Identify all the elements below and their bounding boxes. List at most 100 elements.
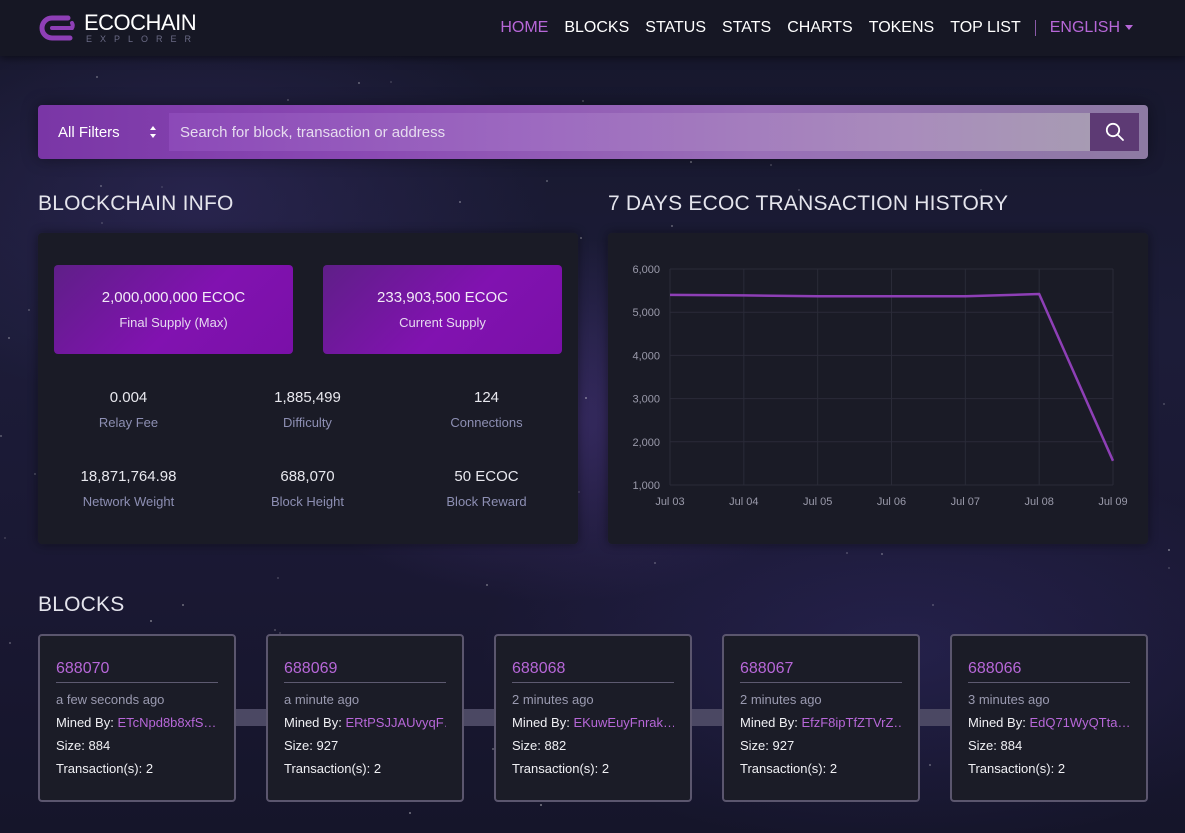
mined-by-label: Mined By: <box>740 715 798 730</box>
logo-title: ECOCHAIN <box>84 10 197 35</box>
size-label: Size: <box>740 738 769 753</box>
block-height-link[interactable]: 688067 <box>740 660 902 678</box>
transaction-history-chart: 1,000 2,000 3,000 4,000 5,000 6,000 Jul 03 Jul … <box>632 264 1127 508</box>
miner-address-link[interactable]: ETcNpd8b8xfS… <box>117 715 216 730</box>
block-card: 688069 a minute ago Mined By: ERtPSJJAUv… <box>266 634 464 802</box>
divider <box>968 682 1130 683</box>
block-tx-count: 2 <box>373 761 382 776</box>
miner-address-link[interactable]: EKuwEuyFnrak… <box>573 715 674 730</box>
search-input[interactable] <box>169 113 1090 151</box>
blockchain-info-panel: 2,000,000,000 ECOC Final Supply (Max) 23… <box>38 233 578 544</box>
current-supply-card: 233,903,500 ECOC Current Supply <box>323 265 562 354</box>
block-tx-count: 2 <box>145 761 154 776</box>
language-dropdown[interactable]: ENGLISH <box>1050 19 1133 37</box>
size-label: Size: <box>56 738 85 753</box>
block-card: 688067 2 minutes ago Mined By: EfzF8ipTf… <box>722 634 920 802</box>
block-tx-row: Transaction(s): 2 <box>968 761 1130 776</box>
divider <box>284 682 446 683</box>
x-tick-label: Jul 03 <box>655 496 684 508</box>
size-label: Size: <box>512 738 541 753</box>
block-size-row: Size: 927 <box>284 738 446 753</box>
block-size: 927 <box>316 738 339 753</box>
block-card: 688068 2 minutes ago Mined By: EKuwEuyFn… <box>494 634 692 802</box>
nav-stats[interactable]: STATS <box>722 19 771 37</box>
block-height-link[interactable]: 688070 <box>56 660 218 678</box>
nav-charts[interactable]: CHARTS <box>787 19 853 37</box>
blocks-title: BLOCKS <box>38 593 125 616</box>
block-connector <box>234 709 268 726</box>
tx-label: Transaction(s): <box>968 761 1055 776</box>
nav-blocks[interactable]: BLOCKS <box>564 19 629 37</box>
miner-address-link[interactable]: EfzF8ipTfZTVrZ… <box>801 715 902 730</box>
block-tx-count: 2 <box>829 761 838 776</box>
nav-divider <box>1034 20 1036 36</box>
block-card: 688066 3 minutes ago Mined By: EdQ71WyQT… <box>950 634 1148 802</box>
block-tx-count: 2 <box>1057 761 1066 776</box>
block-height-link[interactable]: 688068 <box>512 660 674 678</box>
y-tick-label: 5,000 <box>632 307 660 319</box>
sort-arrows-icon <box>150 126 156 138</box>
block-connector <box>918 709 952 726</box>
stat-label: Connections <box>450 415 523 430</box>
top-navbar: ECOCHAIN EXPLORER HOME BLOCKS STATUS STA… <box>0 0 1185 56</box>
miner-address-link[interactable]: EdQ71WyQTta… <box>1029 715 1130 730</box>
block-tx-row: Transaction(s): 2 <box>284 761 446 776</box>
divider <box>512 682 674 683</box>
tx-label: Transaction(s): <box>56 761 143 776</box>
stat-label: Network Weight <box>82 494 175 509</box>
current-supply-value: 233,903,500 ECOC <box>377 289 508 306</box>
x-tick-label: Jul 08 <box>1024 496 1053 508</box>
stat-block-height: 688,070 Block Height <box>218 468 397 509</box>
block-tx-row: Transaction(s): 2 <box>512 761 674 776</box>
block-height-link[interactable]: 688066 <box>968 660 1130 678</box>
stat-label: Relay Fee <box>98 415 159 430</box>
stat-label: Difficulty <box>283 415 332 430</box>
block-connector <box>690 709 724 726</box>
final-supply-value: 2,000,000,000 ECOC <box>101 289 246 306</box>
block-time: a minute ago <box>284 692 360 707</box>
nav-top-list[interactable]: TOP LIST <box>950 19 1021 37</box>
nav-links: HOME BLOCKS STATUS STATS CHARTS TOKENS T… <box>484 0 1133 56</box>
stat-value: 0.004 <box>109 389 148 406</box>
block-miner-row: Mined By: EfzF8ipTfZTVrZ… <box>740 715 902 730</box>
filter-select[interactable]: All Filters <box>38 105 169 159</box>
x-tick-label: Jul 04 <box>729 496 758 508</box>
miner-address-link[interactable]: ERtPSJJAUvyqF… <box>345 715 446 730</box>
stat-value: 124 <box>473 389 500 406</box>
mined-by-label: Mined By: <box>512 715 570 730</box>
stat-difficulty: 1,885,499 Difficulty <box>218 389 397 430</box>
block-height-link[interactable]: 688069 <box>284 660 446 678</box>
block-tx-count: 2 <box>601 761 610 776</box>
y-tick-label: 3,000 <box>632 394 660 406</box>
nav-home[interactable]: HOME <box>500 19 548 37</box>
ecochain-logo[interactable]: ECOCHAIN EXPLORER <box>38 10 199 46</box>
stat-label: Block Height <box>271 494 344 509</box>
block-size-row: Size: 884 <box>968 738 1130 753</box>
logo-subtitle: EXPLORER <box>86 34 200 44</box>
block-size-row: Size: 884 <box>56 738 218 753</box>
nav-tokens[interactable]: TOKENS <box>869 19 935 37</box>
ecochain-logo-icon <box>39 15 75 41</box>
caret-down-icon <box>1125 24 1133 30</box>
search-button[interactable] <box>1090 113 1139 151</box>
block-miner-row: Mined By: ERtPSJJAUvyqF… <box>284 715 446 730</box>
block-size-row: Size: 927 <box>740 738 902 753</box>
nav-status[interactable]: STATUS <box>645 19 706 37</box>
block-size: 884 <box>88 738 111 753</box>
tx-label: Transaction(s): <box>284 761 371 776</box>
block-connector <box>462 709 496 726</box>
size-label: Size: <box>284 738 313 753</box>
block-time: 3 minutes ago <box>968 692 1050 707</box>
size-label: Size: <box>968 738 997 753</box>
y-tick-label: 6,000 <box>632 264 660 276</box>
final-supply-card: 2,000,000,000 ECOC Final Supply (Max) <box>54 265 293 354</box>
block-tx-row: Transaction(s): 2 <box>56 761 218 776</box>
filter-label: All Filters <box>58 123 120 141</box>
block-size: 884 <box>1000 738 1023 753</box>
stat-value: 1,885,499 <box>274 389 341 406</box>
block-time: 2 minutes ago <box>512 692 594 707</box>
stat-network-weight: 18,871,764.98 Network Weight <box>39 468 218 509</box>
block-time: a few seconds ago <box>56 692 165 707</box>
block-miner-row: Mined By: EdQ71WyQTta… <box>968 715 1130 730</box>
search-icon <box>1105 122 1124 141</box>
